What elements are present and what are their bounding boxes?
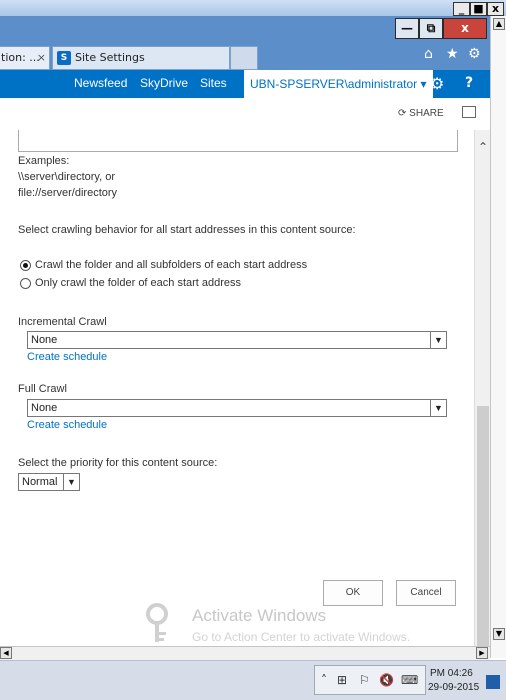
chevron-up-icon[interactable]: ⌃ (475, 140, 491, 156)
share-label: SHARE (409, 108, 444, 119)
radio-crawl-folder-only-label: Only crawl the folder of each start addr… (35, 277, 242, 289)
browser-minimize-button[interactable]: — (395, 18, 419, 39)
full-create-schedule-link[interactable]: Create schedule (27, 419, 107, 431)
notification-tray: ˄ ⊞ ⚐ 🔇 ⌨ (314, 665, 426, 695)
suite-link-sites[interactable]: Sites (200, 76, 227, 90)
radio-crawl-folder-only[interactable] (20, 278, 31, 289)
tools-gear-icon[interactable]: ⚙ (468, 46, 481, 62)
scroll-down-arrow-icon[interactable]: ▼ (493, 628, 505, 640)
incremental-create-schedule-link[interactable]: Create schedule (27, 351, 107, 363)
network-icon[interactable]: ⊞ (337, 673, 347, 687)
keyboard-icon[interactable]: ⌨ (401, 673, 418, 687)
window-vertical-scrollbar[interactable]: ▲ ▼ (490, 16, 506, 658)
settings-gear-icon[interactable]: ⚙ (430, 74, 444, 93)
suite-link-newsfeed[interactable]: Newsfeed (74, 76, 127, 90)
share-icon: ⟳ (398, 108, 407, 119)
key-icon (146, 603, 168, 642)
incremental-crawl-select[interactable]: None ▼ (27, 331, 447, 349)
browser-close-button[interactable]: x (443, 18, 487, 39)
chevron-down-icon: ▼ (430, 332, 446, 348)
example-file-path: file://server/directory (18, 187, 118, 199)
browser-restore-button[interactable]: ⧉ (419, 18, 443, 39)
window-horizontal-scrollbar[interactable]: ◀ ▶ (0, 646, 490, 660)
examples-label: Examples: (18, 155, 70, 167)
share-button[interactable]: ⟳ SHARE (398, 108, 444, 119)
activate-windows-title: Activate Windows (192, 606, 327, 625)
clock-date[interactable]: 29-09-2015 (428, 682, 479, 693)
outer-close-button[interactable]: x (487, 2, 504, 16)
volume-muted-icon[interactable]: 🔇 (379, 673, 394, 687)
windows-taskbar: ˄ ⊞ ⚐ 🔇 ⌨ PM 04:26 29-09-2015 (0, 660, 506, 700)
home-icon[interactable]: ⌂ (424, 46, 433, 62)
full-crawl-value: None (31, 402, 58, 414)
suite-link-skydrive[interactable]: SkyDrive (140, 76, 188, 90)
priority-select[interactable]: Normal ▼ (18, 473, 80, 491)
user-menu[interactable]: UBN-SPSERVER\administrator ▾ (244, 70, 433, 98)
outer-maximize-button[interactable]: ■ (470, 2, 487, 16)
priority-value: Normal (22, 476, 58, 488)
ok-button[interactable]: OK (323, 580, 383, 606)
screen: _ ■ x — ⧉ x tion: ... × S Site Settings … (0, 0, 506, 700)
help-icon[interactable]: ? (465, 75, 473, 91)
sharepoint-suite-bar: Newsfeed SkyDrive Sites UBN-SPSERVER\adm… (0, 70, 506, 98)
activate-windows-subtitle: Go to Action Center to activate Windows. (192, 630, 411, 644)
page-scrollbar[interactable]: ⌃ (474, 130, 490, 658)
example-unc-path: \\server\directory, or (18, 171, 115, 183)
chevron-down-icon: ▼ (430, 400, 446, 416)
incremental-crawl-value: None (31, 334, 58, 346)
action-center-flag-icon[interactable]: ⚐ (359, 673, 370, 687)
sharepoint-icon: S (57, 51, 71, 65)
full-crawl-select[interactable]: None ▼ (27, 399, 447, 417)
scroll-left-arrow-icon[interactable]: ◀ (0, 647, 12, 659)
radio-crawl-all-subfolders-label: Crawl the folder and all subfolders of e… (35, 259, 308, 271)
start-addresses-textarea[interactable] (18, 130, 458, 152)
scroll-up-arrow-icon[interactable]: ▲ (493, 18, 505, 30)
content-source-form: Examples: \\server\directory, or file://… (0, 130, 474, 658)
page-scrollbar-thumb[interactable] (477, 406, 489, 656)
tab-previous[interactable]: tion: ... × (0, 46, 50, 70)
cancel-button[interactable]: Cancel (396, 580, 456, 606)
chevron-down-icon: ▼ (63, 474, 79, 490)
priority-label: Select the priority for this content sou… (18, 457, 218, 469)
favorites-star-icon[interactable]: ★ (446, 46, 459, 62)
incremental-crawl-label: Incremental Crawl (18, 316, 107, 328)
full-crawl-label: Full Crawl (18, 383, 67, 395)
show-desktop-button[interactable] (486, 675, 500, 689)
tab-site-settings-label: Site Settings (75, 51, 145, 64)
focus-on-content-icon[interactable] (462, 106, 476, 118)
tab-site-settings[interactable]: S Site Settings (52, 46, 230, 70)
tab-close-icon[interactable]: × (37, 47, 46, 69)
scroll-right-arrow-icon[interactable]: ▶ (476, 647, 488, 659)
new-tab-button[interactable] (230, 46, 258, 70)
outer-window-title-strip: _ ■ x (0, 0, 506, 16)
crawl-behavior-label: Select crawling behavior for all start a… (18, 224, 356, 236)
outer-minimize-button[interactable]: _ (453, 2, 470, 16)
clock-time[interactable]: PM 04:26 (430, 668, 473, 679)
ribbon-row: ⟳ SHARE (0, 98, 506, 130)
tab-previous-label: tion: ... (1, 51, 40, 64)
show-hidden-icons-icon[interactable]: ˄ (321, 673, 327, 687)
radio-crawl-all-subfolders[interactable] (20, 260, 31, 271)
